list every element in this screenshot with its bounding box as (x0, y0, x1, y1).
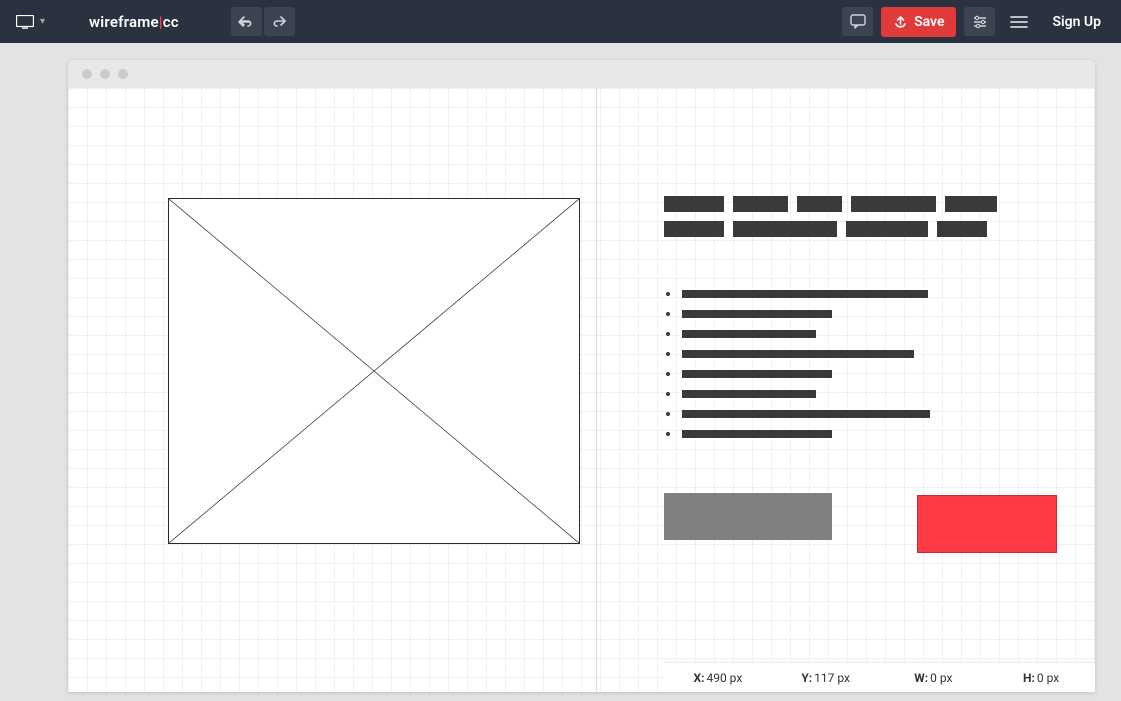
settings-button[interactable] (964, 7, 995, 36)
hamburger-icon (1010, 15, 1028, 29)
list-placeholder[interactable] (666, 290, 1016, 450)
heading-placeholder[interactable] (664, 196, 1014, 246)
logo-right: cc (163, 13, 179, 31)
redo-icon (271, 15, 287, 29)
heading-bar (733, 196, 788, 212)
button-red[interactable] (917, 495, 1057, 553)
save-button[interactable]: Save (881, 7, 956, 37)
toolbar-right: Save Sign Up (842, 7, 1111, 37)
undo-redo-group (231, 7, 295, 36)
bullet-icon (666, 432, 670, 436)
bullet-icon (666, 372, 670, 376)
app-logo: wireframe|cc (89, 13, 179, 31)
signup-label: Sign Up (1052, 14, 1101, 30)
vertical-guide (596, 88, 597, 692)
undo-icon (238, 15, 254, 29)
bullet-icon (666, 292, 670, 296)
chevron-down-icon: ▾ (40, 16, 45, 27)
redo-button[interactable] (264, 7, 295, 36)
list-bar (682, 290, 928, 298)
list-bar (682, 330, 816, 338)
bullet-icon (666, 352, 670, 356)
heading-bar (945, 196, 997, 212)
list-bar (682, 430, 832, 438)
device-selector[interactable]: ▾ (10, 11, 51, 33)
list-bar (682, 350, 914, 358)
bullet-icon (666, 392, 670, 396)
heading-bar (664, 221, 724, 237)
wireframe-canvas[interactable]: X:490 px Y:117 px W:0 px H:0 px (68, 88, 1095, 692)
bullet-icon (666, 412, 670, 416)
bullet-icon (666, 312, 670, 316)
undo-button[interactable] (231, 7, 262, 36)
menu-button[interactable] (1003, 7, 1034, 36)
heading-bar (797, 196, 842, 212)
app-toolbar: ▾ wireframe|cc Save Sign Up (0, 0, 1121, 43)
heading-bar (733, 221, 837, 237)
image-cross-icon (169, 199, 579, 543)
save-label: Save (914, 14, 944, 30)
comment-button[interactable] (842, 7, 873, 36)
traffic-light-close (82, 69, 92, 79)
upload-icon (893, 14, 908, 29)
list-bar (682, 390, 816, 398)
traffic-light-max (118, 69, 128, 79)
list-bar (682, 410, 930, 418)
sliders-icon (972, 14, 988, 30)
browser-titlebar (68, 60, 1095, 88)
desktop-icon (16, 15, 34, 29)
list-bar (682, 370, 832, 378)
status-y: Y:117 px (772, 671, 880, 685)
button-gray[interactable] (664, 493, 832, 540)
image-placeholder[interactable] (168, 198, 580, 544)
status-w: W:0 px (880, 671, 988, 685)
bullet-icon (666, 332, 670, 336)
traffic-light-min (100, 69, 110, 79)
status-h: H:0 px (987, 671, 1095, 685)
heading-bar (664, 196, 724, 212)
status-bar: X:490 px Y:117 px W:0 px H:0 px (664, 662, 1095, 692)
status-x: X:490 px (664, 671, 772, 685)
signup-link[interactable]: Sign Up (1042, 14, 1111, 30)
browser-frame: X:490 px Y:117 px W:0 px H:0 px (68, 60, 1095, 692)
comment-icon (850, 14, 866, 29)
heading-bar (846, 221, 928, 237)
list-bar (682, 310, 832, 318)
heading-bar (851, 196, 936, 212)
logo-left: wireframe (89, 13, 159, 31)
heading-bar (937, 221, 987, 237)
